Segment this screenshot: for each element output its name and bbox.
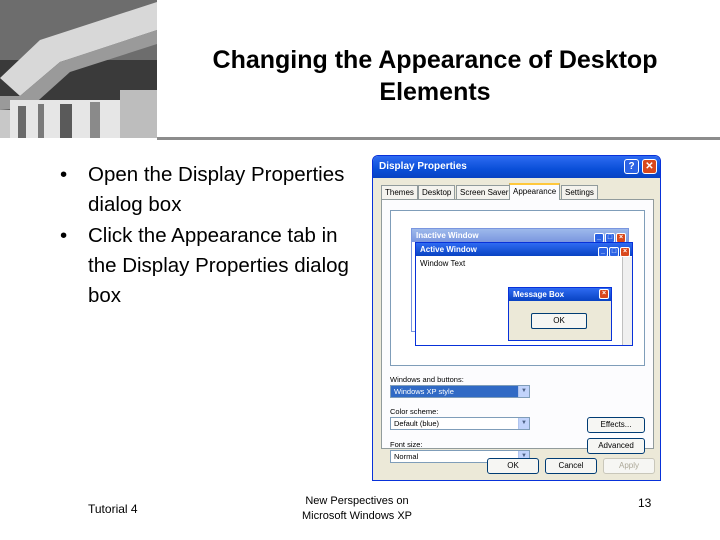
cancel-button[interactable]: Cancel	[545, 458, 597, 474]
dialog-title: Display Properties	[379, 161, 467, 172]
footer-line-1: New Perspectives on	[305, 495, 409, 507]
color-scheme-select[interactable]: Default (blue) ▼	[390, 417, 530, 430]
bullet-text: Open the Display Properties dialog box	[88, 163, 345, 216]
apply-button[interactable]: Apply	[603, 458, 655, 474]
preview-ok-button: OK	[531, 313, 587, 329]
tab-desktop[interactable]: Desktop	[418, 185, 456, 199]
help-button[interactable]: ?	[624, 159, 639, 174]
window-text-sample: Window Text	[420, 259, 466, 268]
ok-button[interactable]: OK	[487, 458, 539, 474]
chevron-down-icon[interactable]: ▼	[518, 386, 529, 397]
dialog-title-bar: Display Properties ? ✕	[373, 156, 660, 178]
windows-and-buttons-value: Windows XP style	[394, 387, 454, 396]
active-window-buttons: _ □ ×	[597, 244, 630, 257]
maximize-icon: □	[609, 247, 619, 257]
close-icon: ×	[599, 289, 609, 299]
bullet-marker: •	[60, 163, 68, 186]
appearance-preview: Inactive Window _ □ × Active Window _ □ × Wi…	[390, 210, 645, 366]
inactive-window-title: Inactive Window	[416, 231, 479, 240]
display-properties-dialog: Display Properties ? ✕ Themes Desktop Sc…	[372, 155, 661, 481]
bullet-text: Click the Appearance tab in the Display …	[88, 224, 349, 307]
minimize-icon: _	[598, 247, 608, 257]
font-size-label: Font size:	[390, 440, 423, 449]
chevron-down-icon[interactable]: ▼	[518, 418, 529, 429]
page-number: 13	[638, 496, 652, 510]
font-size-value: Normal	[394, 452, 419, 461]
color-scheme-label: Color scheme:	[390, 407, 439, 416]
color-scheme-value: Default (blue)	[394, 419, 440, 428]
preview-message-box: Message Box × OK	[508, 287, 612, 341]
active-window-title: Active Window	[420, 245, 477, 254]
header-building-photo	[0, 0, 157, 138]
footer-book-title: New Perspectives on Microsoft Windows XP	[282, 494, 432, 524]
slide-title-line-1: Changing the Appearance of Desktop	[212, 46, 658, 74]
advanced-button[interactable]: Advanced	[587, 438, 645, 454]
close-icon: ×	[620, 247, 630, 257]
tab-settings[interactable]: Settings	[561, 185, 598, 199]
preview-scrollbar	[622, 257, 632, 345]
tab-themes[interactable]: Themes	[381, 185, 418, 199]
slide-title-line-2: Elements	[379, 78, 491, 106]
message-box-title: Message Box	[513, 290, 565, 299]
windows-and-buttons-select[interactable]: Windows XP style ▼	[390, 385, 530, 398]
header-divider	[157, 137, 720, 140]
bullet-item: • Open the Display Properties dialog box	[60, 160, 350, 220]
slide-title: Changing the Appearance of Desktop Eleme…	[160, 44, 710, 108]
preview-active-window: Active Window _ □ × Window Text Message Bo…	[415, 242, 633, 346]
bullet-marker: •	[60, 224, 68, 247]
windows-and-buttons-label: Windows and buttons:	[390, 375, 464, 384]
tab-appearance[interactable]: Appearance	[509, 183, 561, 200]
bullet-list: • Open the Display Properties dialog box…	[60, 160, 350, 312]
effects-button[interactable]: Effects...	[587, 417, 645, 433]
appearance-panel: Inactive Window _ □ × Active Window _ □ × Wi…	[381, 199, 654, 463]
footer-tutorial: Tutorial 4	[88, 502, 138, 516]
footer-line-2: Microsoft Windows XP	[301, 510, 413, 522]
close-button[interactable]: ✕	[642, 159, 657, 174]
bullet-item: • Click the Appearance tab in the Displa…	[60, 221, 350, 311]
tab-screen-saver[interactable]: Screen Saver	[456, 185, 513, 199]
